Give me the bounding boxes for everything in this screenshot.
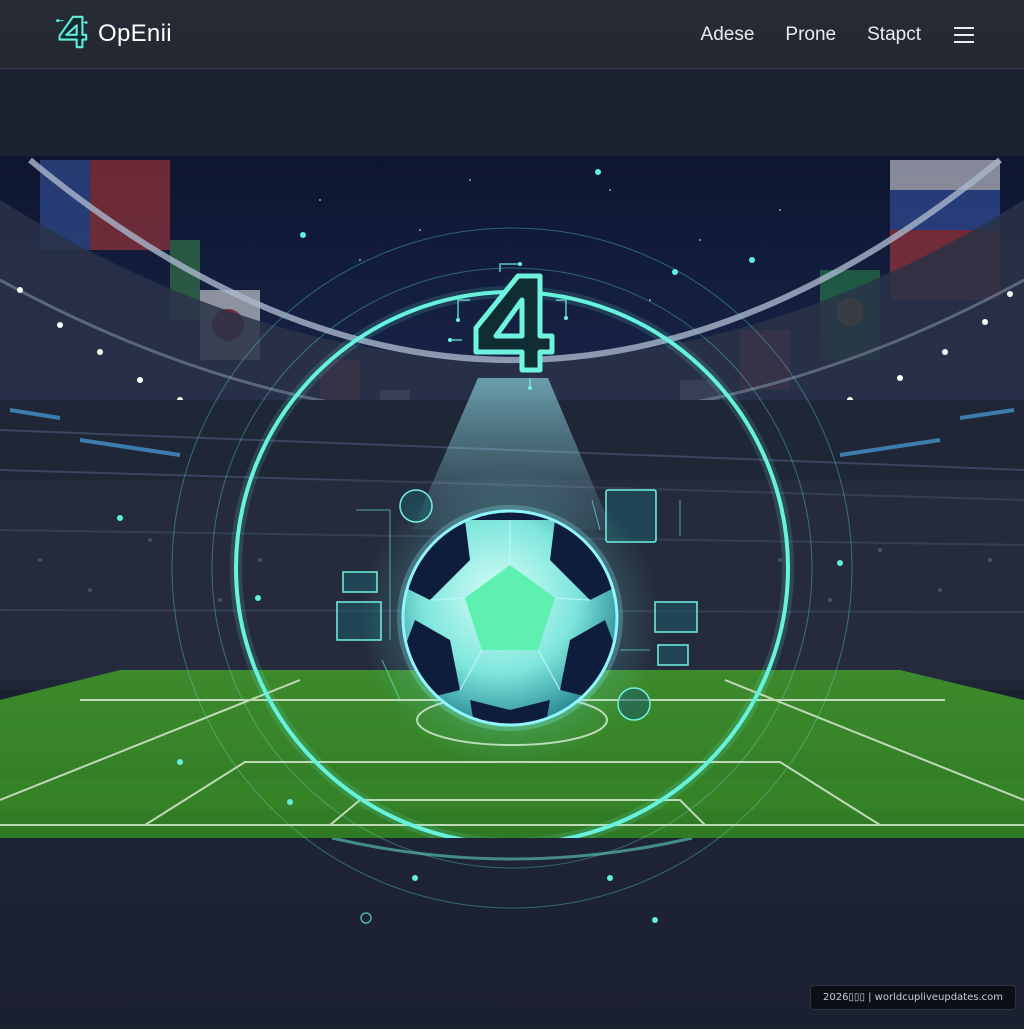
nav-link-adese[interactable]: Adese (701, 24, 755, 46)
source-caption[interactable]: 2026▯▯▯ | worldcupliveupdates.com (809, 985, 1016, 1010)
top-navigation-bar: OpEnii Adese Prone Stapct (0, 0, 1024, 69)
hero-image (0, 156, 1024, 838)
nav-link-prone[interactable]: Prone (785, 24, 836, 46)
digital-4-logo-icon (52, 13, 90, 56)
nav-link-stapct[interactable]: Stapct (867, 24, 921, 46)
brand-name: OpEnii (98, 20, 172, 47)
spacer-band (0, 70, 1024, 156)
main-nav: Adese Prone Stapct (701, 0, 974, 69)
stadium-scene (0, 156, 1024, 838)
hamburger-menu-icon[interactable] (954, 26, 974, 43)
brand[interactable]: OpEnii (52, 12, 172, 56)
